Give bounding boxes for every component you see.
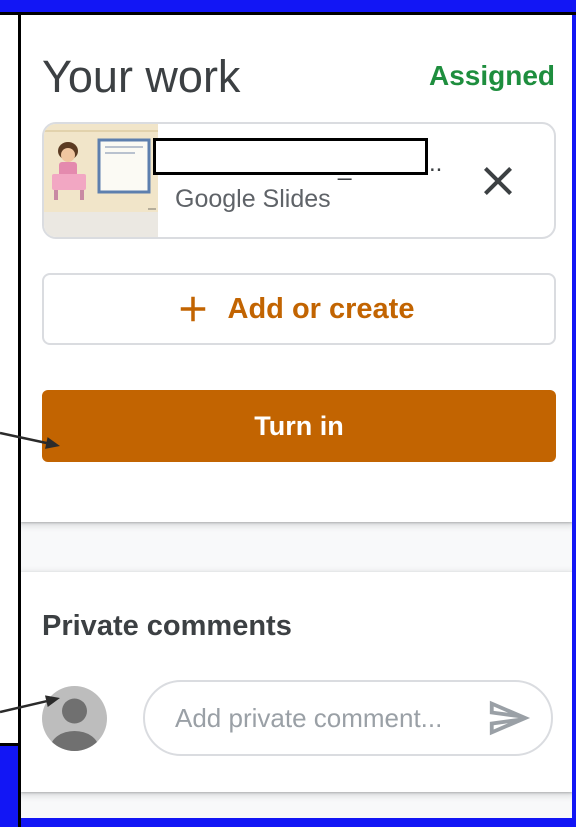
your-work-title: Your work [42,51,241,102]
redaction-box [153,138,428,175]
remove-attachment-button[interactable] [474,157,522,205]
turn-in-label: Turn in [254,410,344,441]
thumbnail-text-line [105,146,143,148]
slide-thumbnail [44,124,158,237]
assignment-status-badge: Assigned [428,60,555,91]
attachment-card[interactable]: _ .. Google Slides [42,122,556,239]
left-margin-strip [0,15,18,743]
plus-icon [180,296,205,322]
private-comments-heading: Private comments [42,610,292,642]
thumbnail-band [44,130,158,132]
avatar [42,686,107,751]
send-comment-button[interactable] [486,695,532,741]
thumbnail-figure-box [52,174,86,190]
add-or-create-label: Add or create [227,292,415,325]
thumbnail-figure-leg [54,190,58,200]
turn-in-button[interactable]: Turn in [42,390,556,462]
send-icon [489,700,531,736]
avatar-head [62,698,87,724]
add-or-create-button[interactable]: Add or create [42,273,556,345]
close-icon [484,167,512,195]
attachment-title-fragment: .. [429,150,443,177]
your-work-card: Your work Assigned _ .. Google Sli [21,15,572,522]
private-comment-input[interactable] [175,682,480,754]
private-comments-card: Private comments [21,572,572,792]
frame-border-left [18,12,21,827]
person-icon [42,686,107,751]
attachment-type-label: Google Slides [175,185,331,213]
frame-border-bottom-left [0,743,18,746]
thumbnail-caption [148,208,156,210]
thumbnail-figure-face [61,148,75,162]
classwork-side-panel: Your work Assigned _ .. Google Sli [21,15,572,818]
thumbnail-figure-leg [80,190,84,200]
frame-border-top [0,12,576,15]
private-comment-field[interactable] [143,680,553,756]
thumbnail-text-line [105,152,135,154]
